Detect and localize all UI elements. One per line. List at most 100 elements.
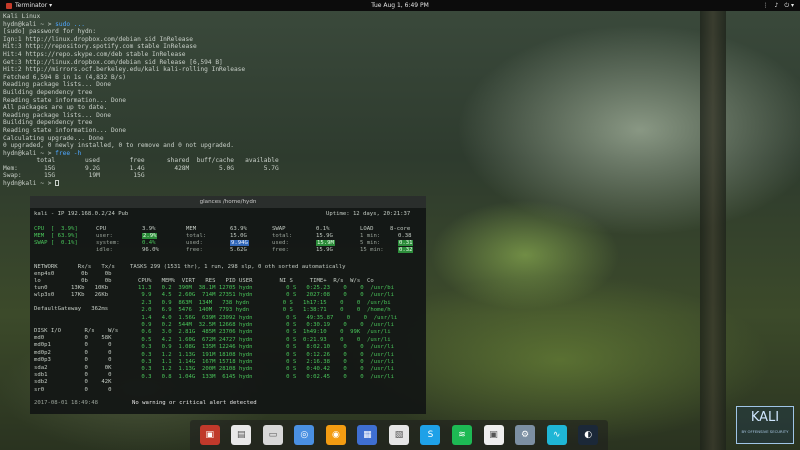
dock-image-viewer-icon[interactable]: ▧ [388, 425, 409, 445]
disk-row: sr0 0 0 [34, 386, 112, 393]
system-tray[interactable]: ⋮ ♪ ⏻ ▾ [762, 2, 794, 10]
process-header: CPU% MEM% VIRT RES PID USER NI S TIME+ R… [138, 278, 374, 284]
dock-glyph: ≋ [458, 430, 466, 440]
cpu-system: 0.4% [142, 240, 156, 246]
network-header: NETWORK Rx/s Tx/s [34, 264, 115, 270]
swap-used-label: used: [272, 240, 289, 246]
load-15min-label: 15 min: [360, 247, 384, 253]
terminal-line: Reading package lists... Done [3, 81, 423, 89]
glances-window-title[interactable]: glances /home/hydn [30, 196, 426, 208]
volume-icon[interactable]: ♪ [774, 2, 778, 10]
load-1min-label: 1 min: [360, 233, 381, 239]
cpu-user: 2.9% [142, 233, 158, 239]
top-panel: Terminator ▾ Tue Aug 1, 6:49 PM ⋮ ♪ ⏻ ▾ [0, 0, 800, 11]
load-15min: 0.32 [398, 247, 414, 253]
terminal-cursor[interactable] [55, 180, 60, 187]
mem-total-label: total: [186, 233, 207, 239]
process-row: 1.4 4.0 1.56G 639M 23092 hydn 0 S 49:35.… [138, 314, 398, 321]
terminal-line: Get:3 http://linux.dropbox.com/debian si… [3, 59, 423, 67]
dock-glyph: ∿ [552, 430, 561, 440]
mem-used-label: used: [186, 240, 203, 246]
dock-steam-icon[interactable]: ◐ [578, 425, 599, 445]
terminal-line: All packages are up to date. [3, 104, 423, 112]
terminal-line-text: Building dependency tree [3, 88, 93, 96]
terminator-icon [6, 2, 12, 9]
power-menu-icon[interactable]: ⏻ ▾ [784, 2, 794, 10]
network-list: enp4s0 0b 0b lo 0b 0b tun0 13Kb 10Kb wlp3s0… [34, 271, 111, 313]
mem-gauge: MEM [ 63.9%] [34, 233, 78, 239]
cpu-idle-label: idle: [96, 247, 113, 253]
disk-list: md0 0 58K md0p1 0 0 md0p2 0 0 md0p3 0 0 sda2… [34, 335, 111, 394]
mem-free: 5.62G [230, 247, 247, 253]
terminal-line-text: Reading package lists... Done [3, 81, 112, 89]
dock-glyph: ▧ [394, 430, 404, 440]
terminal-line: Kali Linux [3, 13, 423, 21]
dock-glyph: ▦ [363, 430, 372, 440]
terminal-line-text: Fetched 6,594 B in 1s (4,832 B/s) [3, 73, 126, 81]
dock-files-icon[interactable]: ▭ [262, 425, 283, 445]
dock-spotify-icon[interactable]: ≋ [452, 425, 473, 445]
terminal-output[interactable]: Kali Linux hydn@kali ~ > sudo ... [sudo] p… [3, 13, 423, 188]
dock-terminator-icon[interactable]: ▣ [199, 425, 220, 445]
dock-system-monitor-icon[interactable]: ∿ [546, 425, 567, 445]
dock-chromium-icon[interactable]: ◎ [294, 425, 315, 445]
terminal-line-text: hydn@kali ~ > [3, 20, 56, 28]
disk-row: sdb1 0 0 [34, 372, 112, 379]
dock-skype-icon[interactable]: S [420, 425, 441, 445]
terminal-line-text: Reading state information... Done [3, 126, 126, 134]
disk-row: sda2 0 0K [34, 364, 112, 371]
network-icon[interactable]: ⋮ [762, 2, 768, 10]
mem-label: MEM [186, 226, 197, 232]
terminal-line: Hit:3 http://repository.spotify.com stab… [3, 43, 423, 51]
dock-settings-icon[interactable]: ⚙ [515, 425, 536, 445]
dock-document-viewer-icon[interactable]: ▤ [231, 425, 252, 445]
terminal-line-text: Mem: 15G 9.2G 1.4G 428M 5.0G 5.7G [3, 164, 279, 172]
network-row: wlp3s0 17Kb 26Kb [34, 292, 109, 298]
active-app-menu[interactable]: Terminator ▾ [6, 2, 52, 9]
mem-pct: 63.9% [230, 226, 247, 232]
process-list[interactable]: 11.3 0.2 390M 38.1M 12705 hydn 0 S 0:25.… [138, 285, 397, 381]
disk-row: md0p3 0 0 [34, 357, 112, 364]
load-label: LOAD [360, 226, 374, 232]
dock-firefox-icon[interactable]: ◉ [325, 425, 346, 445]
glances-window[interactable]: glances /home/hydn kali - IP 192.168.0.2… [30, 196, 426, 414]
kali-logo-text: KALI [750, 410, 780, 425]
swap-free: 15.9G [316, 247, 333, 253]
terminal-line: hydn@kali ~ > free -h [3, 150, 423, 158]
dock-contacts-icon[interactable]: ▦ [357, 425, 378, 445]
process-row: 0.3 1.1 1.14G 167M 15718 hydn 0 S 2:16.3… [138, 359, 394, 366]
dock-software-center-icon[interactable]: ▣ [483, 425, 504, 445]
swap-pct: 0.1% [316, 226, 330, 232]
terminal-line-text: Get:3 http://linux.dropbox.com/debian si… [3, 58, 223, 66]
swap-total-label: total: [272, 233, 293, 239]
swap-free-label: free: [272, 247, 289, 253]
disk-row: md0p2 0 0 [34, 349, 112, 356]
cpu-gauge: CPU [ 3.9%] [34, 226, 78, 232]
kali-logo-subtitle: BY OFFENSIVE SECURITY [741, 429, 789, 434]
clock[interactable]: Tue Aug 1, 6:49 PM [0, 2, 800, 9]
terminal-command: free -h [55, 149, 82, 157]
process-row: 2.3 0.9 863M 134M 738 hydn 0 S 1h17:15 0… [138, 299, 391, 306]
host-info: kali - IP 192.168.0.2/24 Pub [34, 211, 129, 217]
terminal-line: hydn@kali ~ > [3, 180, 423, 188]
terminal-line-text: Kali Linux [3, 13, 41, 20]
process-row: 2.0 6.9 5476 140M 7793 hydn 0 S 1:38:71 … [138, 307, 391, 314]
dock-glyph: ▣ [489, 430, 498, 440]
disk-row: sdb2 0 42K [34, 379, 112, 386]
terminal-line-text: Hit:4 https://repo.skype.com/deb stable … [3, 50, 186, 58]
process-row: 0.6 3.0 2.81G 485M 23706 hydn 0 S 1h49:1… [138, 329, 391, 336]
uptime: Uptime: 12 days, 20:21:37 [326, 211, 411, 217]
process-row: 0.5 4.2 1.60G 672M 24727 hydn 0 S 0:21.9… [138, 336, 391, 343]
swap-used: 15.9M [316, 240, 335, 246]
load-5min-label: 5 min: [360, 240, 381, 246]
terminal-line-text: Hit:3 http://repository.spotify.com stab… [3, 43, 197, 51]
wallpaper-fern [430, 200, 620, 310]
terminal-line: Building dependency tree [3, 89, 423, 97]
tasks-summary: TASKS 299 (1531 thr), 1 run, 298 slp, 0 … [130, 264, 346, 270]
cpu-user-label: user: [96, 233, 113, 239]
dock-glyph: ◎ [300, 430, 309, 440]
dock-glyph: ⚙ [521, 430, 530, 440]
terminal-line: Ign:1 http://linux.dropbox.com/debian si… [3, 36, 423, 44]
terminal-line: Hit:2 http://mirrors.ocf.berkeley.edu/ka… [3, 66, 423, 74]
dock-glyph: ◉ [331, 430, 340, 440]
